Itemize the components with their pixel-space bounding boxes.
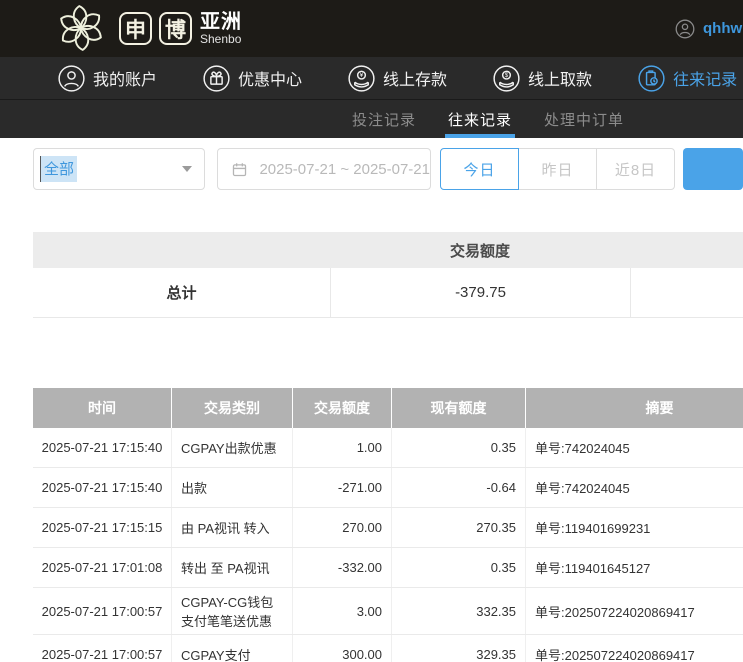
nav-label: 线上存款: [383, 66, 447, 90]
cell-amount: -271.00: [292, 468, 391, 507]
category-select-value: 全部: [40, 156, 77, 182]
col-header-time: 时间: [33, 388, 171, 428]
cell-time: 2025-07-21 17:15:40: [33, 428, 171, 467]
top-header: 申 博 亚洲 Shenbo qhhw: [0, 0, 743, 57]
nav-item-my-account[interactable]: 我的账户: [58, 65, 157, 92]
col-header-balance: 现有额度: [391, 388, 525, 428]
cell-summary: 单号:742024045: [525, 428, 743, 467]
user-avatar-icon: [674, 18, 696, 40]
svg-text:$: $: [505, 72, 509, 79]
username: qhhw: [703, 20, 742, 37]
date-range-value: 2025-07-21 ~ 2025-07-21: [259, 161, 430, 178]
cell-time: 2025-07-21 17:00:57: [33, 635, 171, 662]
cell-summary: 单号:742024045: [525, 468, 743, 507]
withdraw-icon: $: [493, 65, 520, 92]
cell-time: 2025-07-21 17:01:08: [33, 548, 171, 587]
cell-summary: 单号:202507224020869417: [525, 635, 743, 662]
deposit-icon: ¥: [348, 65, 375, 92]
col-header-amount: 交易额度: [292, 388, 391, 428]
table-row: 2025-07-21 17:01:08 转出 至 PA视讯 -332.00 0.…: [33, 548, 743, 588]
date-range-input[interactable]: 2025-07-21 ~ 2025-07-21: [217, 148, 431, 190]
summary-amount-header: 交易额度: [330, 240, 630, 261]
cell-balance: 0.35: [391, 428, 525, 467]
cell-balance: 270.35: [391, 508, 525, 547]
col-header-summary: 摘要: [525, 388, 743, 428]
cell-balance: -0.64: [391, 468, 525, 507]
cell-type: CGPAY-CG钱包支付笔笔送优惠: [171, 588, 292, 634]
account-icon: [58, 65, 85, 92]
tab-pending-orders[interactable]: 处理中订单: [544, 100, 624, 138]
promo-icon: [203, 65, 230, 92]
cell-time: 2025-07-21 17:15:15: [33, 508, 171, 547]
cell-type: 转出 至 PA视讯: [171, 548, 292, 587]
summary-table: 交易额度 总计 -379.75: [33, 232, 743, 318]
cell-amount: -332.00: [292, 548, 391, 587]
cell-time: 2025-07-21 17:00:57: [33, 588, 171, 634]
col-header-type: 交易类别: [171, 388, 292, 428]
chevron-down-icon: [182, 166, 192, 172]
main-nav: 我的账户 优惠中心 ¥ 线上存款 $ 线上取款: [0, 57, 743, 100]
nav-item-withdraw[interactable]: $ 线上取款: [493, 65, 592, 92]
nav-label: 我的账户: [93, 66, 157, 90]
table-row: 2025-07-21 17:15:40 出款 -271.00 -0.64 单号:…: [33, 468, 743, 508]
cell-amount: 1.00: [292, 428, 391, 467]
nav-label: 线上取款: [528, 66, 592, 90]
table-row: 2025-07-21 17:15:40 CGPAY出款优惠 1.00 0.35 …: [33, 428, 743, 468]
category-select[interactable]: 全部: [33, 148, 205, 190]
summary-total-label: 总计: [33, 268, 330, 317]
cell-summary: 单号:119401699231: [525, 508, 743, 547]
user-menu[interactable]: qhhw: [674, 0, 742, 57]
records-icon: [638, 65, 665, 92]
calendar-icon: [231, 161, 248, 178]
search-button[interactable]: [683, 148, 743, 190]
transactions-table: 时间 交易类别 交易额度 现有额度 摘要 2025-07-21 17:15:40…: [33, 388, 743, 662]
summary-table-header: 交易额度: [33, 232, 743, 268]
transactions-table-header: 时间 交易类别 交易额度 现有额度 摘要: [33, 388, 743, 428]
yesterday-button[interactable]: 昨日: [518, 148, 597, 190]
nav-item-promotions[interactable]: 优惠中心: [203, 65, 302, 92]
cell-amount: 300.00: [292, 635, 391, 662]
logo-char-bo: 博: [159, 12, 192, 45]
flower-logo-icon: [50, 0, 112, 56]
table-row: 2025-07-21 17:00:57 CGPAY支付 300.00 329.3…: [33, 635, 743, 662]
cell-summary: 单号:119401645127: [525, 548, 743, 587]
cell-amount: 3.00: [292, 588, 391, 634]
nav-label: 优惠中心: [238, 66, 302, 90]
nav-label: 往来记录: [673, 66, 737, 90]
nav-item-deposit[interactable]: ¥ 线上存款: [348, 65, 447, 92]
cell-type: CGPAY支付: [171, 635, 292, 662]
nav-item-transactions[interactable]: 往来记录: [638, 65, 737, 92]
tab-betting-records[interactable]: 投注记录: [352, 100, 416, 138]
quick-date-buttons: 今日 昨日 近8日: [440, 148, 675, 190]
logo-char-shen: 申: [119, 12, 152, 45]
cell-type: 出款: [171, 468, 292, 507]
cell-time: 2025-07-21 17:15:40: [33, 468, 171, 507]
last-8-days-button[interactable]: 近8日: [596, 148, 675, 190]
cell-summary: 单号:202507224020869417: [525, 588, 743, 634]
logo-region-text: 亚洲: [200, 12, 242, 33]
cell-amount: 270.00: [292, 508, 391, 547]
records-subnav: 投注记录 往来记录 处理中订单: [0, 100, 743, 138]
logo-subtitle: Shenbo: [200, 33, 242, 46]
today-button[interactable]: 今日: [440, 148, 519, 190]
cell-balance: 329.35: [391, 635, 525, 662]
svg-text:¥: ¥: [360, 72, 364, 79]
cell-balance: 332.35: [391, 588, 525, 634]
summary-total-value: -379.75: [330, 268, 630, 317]
cell-type: 由 PA视讯 转入: [171, 508, 292, 547]
summary-total-row: 总计 -379.75: [33, 268, 743, 318]
cell-balance: 0.35: [391, 548, 525, 587]
cell-type: CGPAY出款优惠: [171, 428, 292, 467]
tab-transaction-records[interactable]: 往来记录: [448, 100, 512, 138]
table-row: 2025-07-21 17:15:15 由 PA视讯 转入 270.00 270…: [33, 508, 743, 548]
table-row: 2025-07-21 17:00:57 CGPAY-CG钱包支付笔笔送优惠 3.…: [33, 588, 743, 635]
filter-row: 全部 2025-07-21 ~ 2025-07-21 今日 昨日 近8日: [33, 148, 743, 190]
brand-logo[interactable]: 申 博 亚洲 Shenbo: [50, 2, 242, 56]
